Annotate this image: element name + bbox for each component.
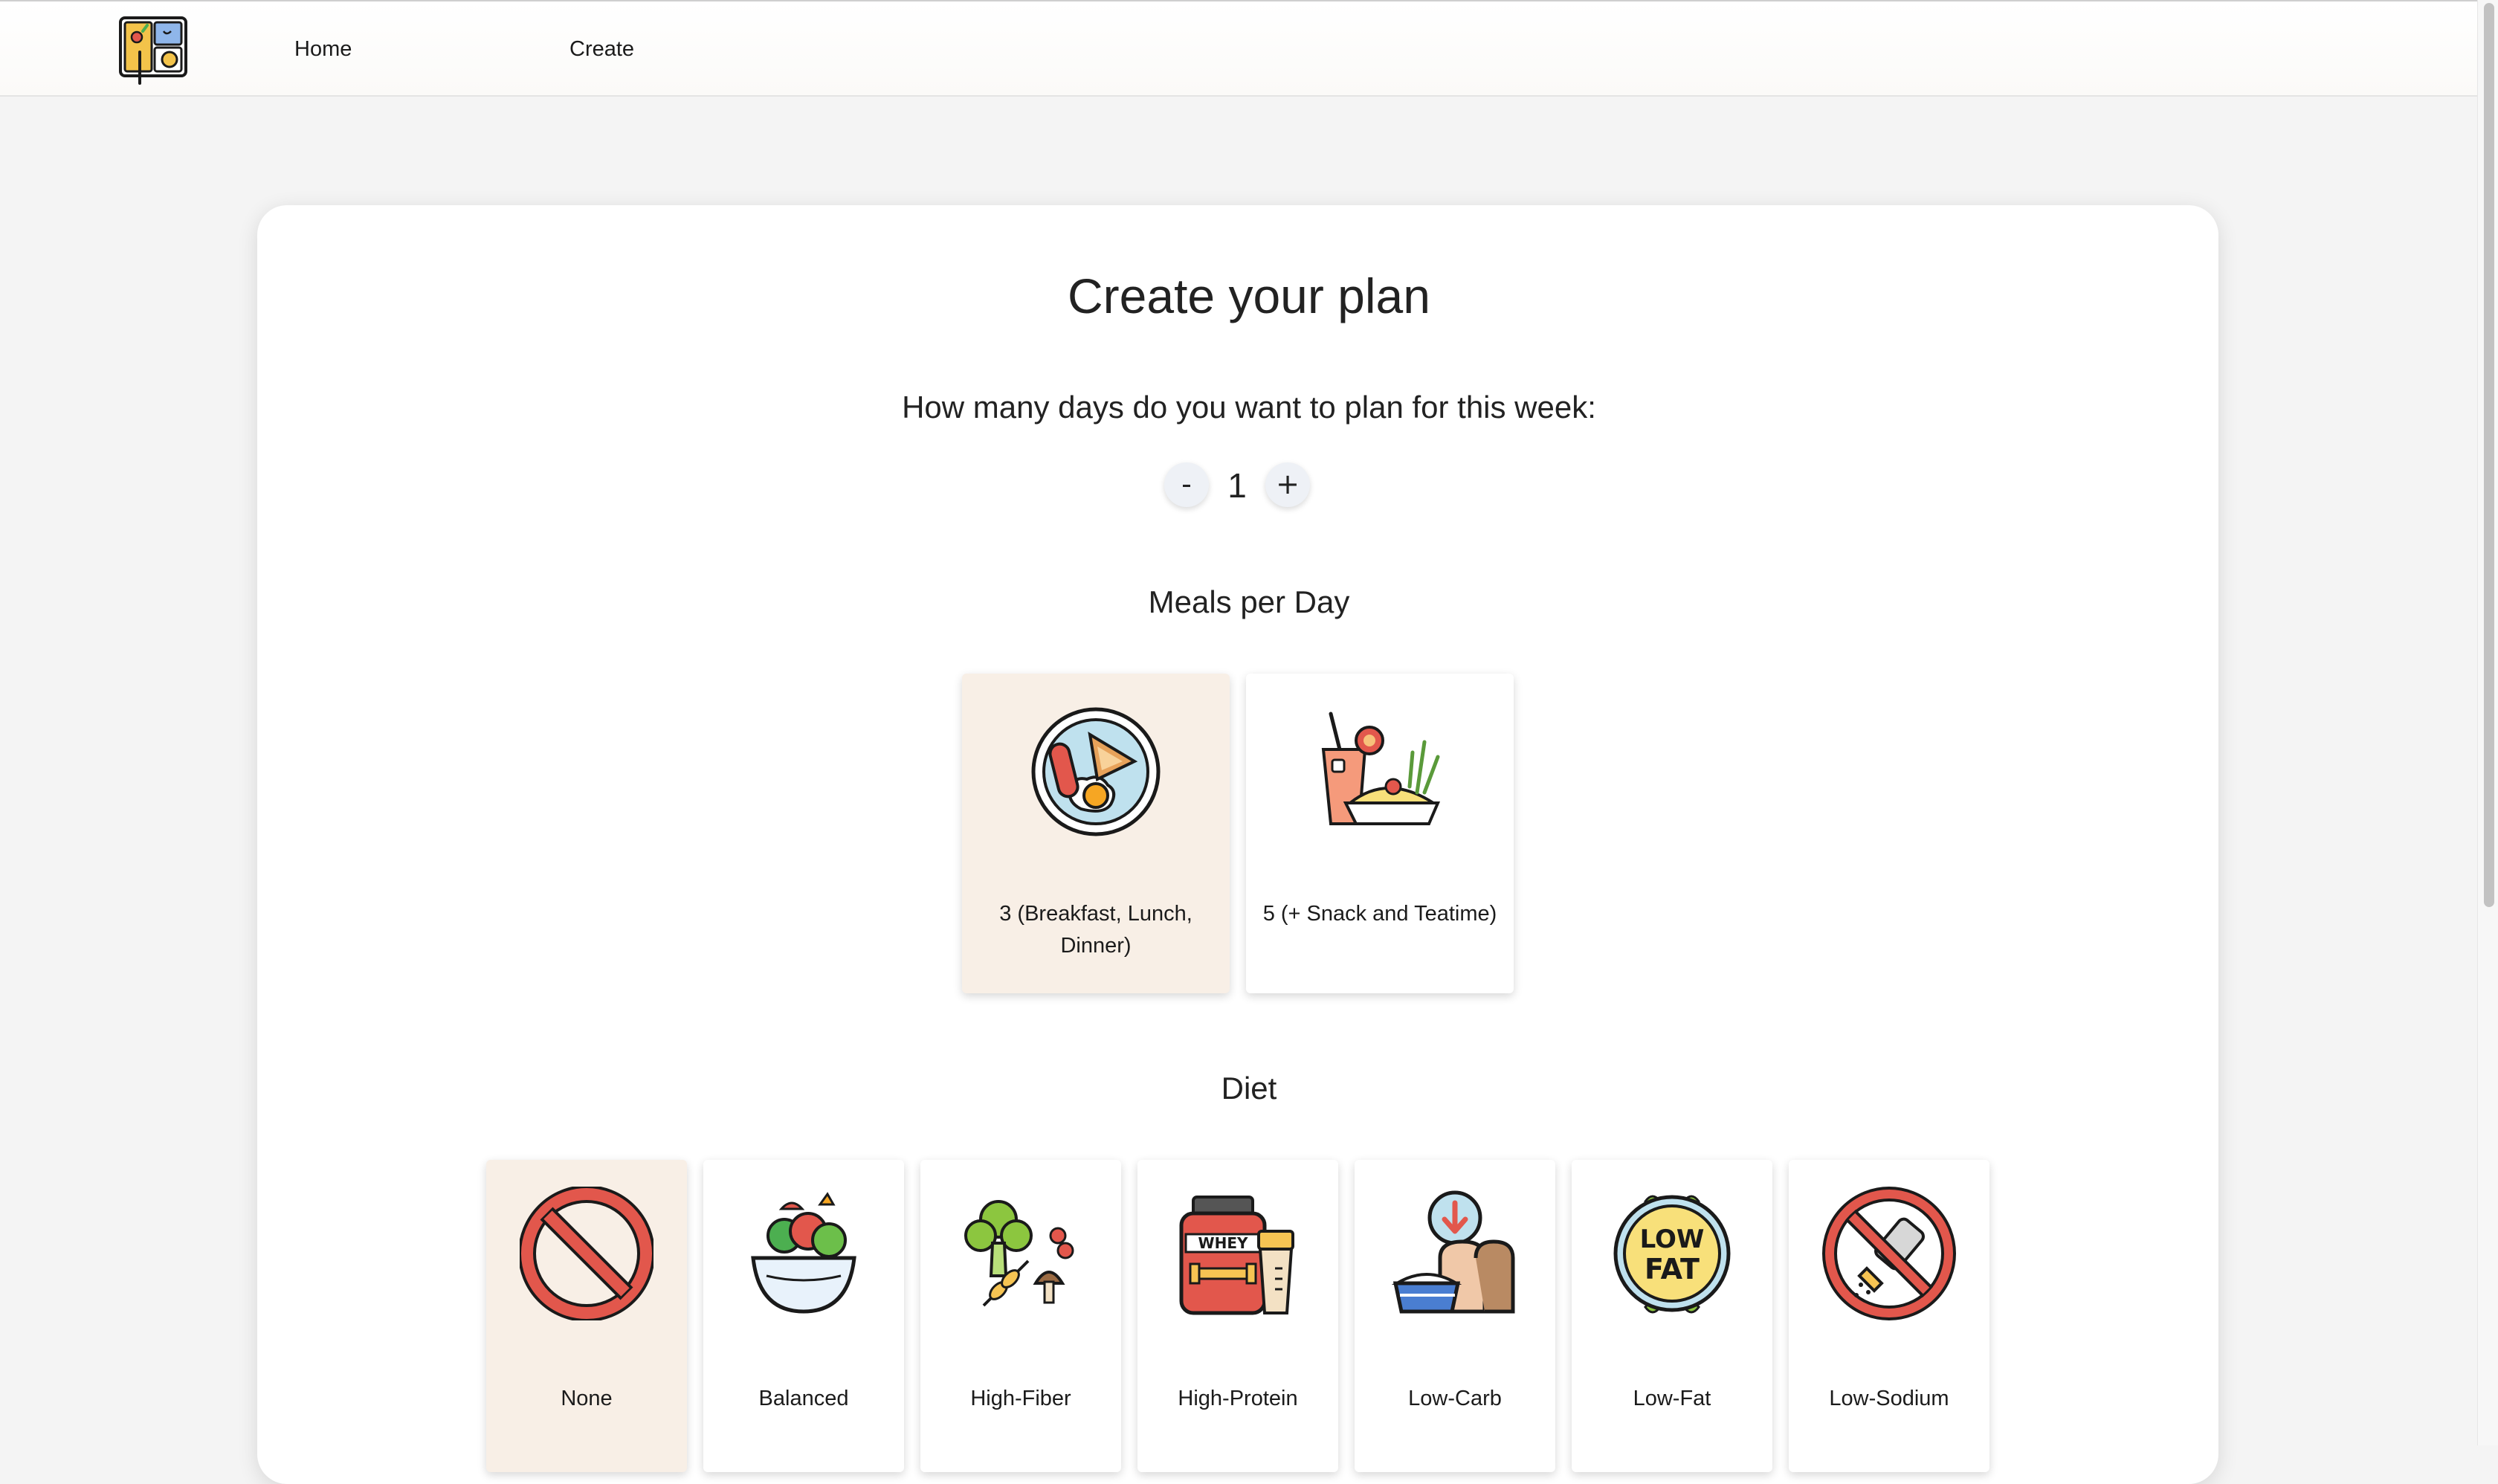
prohibited-icon — [520, 1187, 653, 1320]
nav-home-link[interactable]: Home — [294, 34, 352, 64]
page-scrollbar[interactable] — [2477, 0, 2498, 1445]
diet-option-label: Low-Carb — [1408, 1387, 1502, 1410]
diet-option-low-sodium[interactable]: Low-Sodium — [1789, 1160, 1989, 1472]
diet-option-low-carb[interactable]: Low-Carb — [1355, 1160, 1555, 1472]
days-question-label: How many days do you want to plan for th… — [902, 390, 1596, 425]
meals-per-day-heading: Meals per Day — [1148, 584, 1350, 619]
diet-option-high-fiber[interactable]: High-Fiber — [920, 1160, 1121, 1472]
meal-option-label: 5 (+ Snack and Teatime) — [1262, 902, 1497, 926]
diet-heading: Diet — [1221, 1071, 1277, 1106]
diet-option-none[interactable]: None — [486, 1160, 687, 1472]
svg-text:LOW: LOW — [1640, 1225, 1705, 1254]
diet-option-high-protein[interactable]: WHEY High-Protein — [1137, 1160, 1338, 1472]
svg-text:WHEY: WHEY — [1198, 1234, 1248, 1252]
meal-option-3-meals[interactable]: 3 (Breakfast, Lunch, Dinner) — [962, 674, 1230, 993]
scrollbar-thumb[interactable] — [2484, 3, 2494, 907]
meal-option-label: 3 (Breakfast, Lunch, Dinner) — [999, 902, 1192, 958]
diet-option-balanced[interactable]: Balanced — [703, 1160, 904, 1472]
meal-option-5-meals[interactable]: 5 (+ Snack and Teatime) — [1246, 674, 1514, 993]
top-navbar: Home Create — [0, 0, 2477, 97]
svg-text:FAT: FAT — [1645, 1253, 1700, 1285]
diet-option-label: Balanced — [758, 1387, 849, 1410]
diet-option-low-fat[interactable]: LOW FAT Low-Fat — [1572, 1160, 1772, 1472]
diet-option-label: High-Fiber — [970, 1387, 1071, 1410]
page-title: Create your plan — [1068, 268, 1430, 323]
drink-and-meal-icon — [1321, 712, 1441, 825]
days-count-value: 1 — [1227, 466, 1247, 505]
diet-option-label: Low-Sodium — [1829, 1387, 1949, 1410]
low-fat-badge-icon: LOW FAT — [1613, 1195, 1731, 1314]
increment-days-button[interactable]: + — [1265, 462, 1310, 507]
broccoli-wheat-icon — [964, 1200, 1074, 1307]
diet-option-label: Low-Fat — [1633, 1387, 1711, 1410]
salad-bowl-icon — [751, 1192, 856, 1314]
nav-create-link[interactable]: Create — [569, 34, 634, 64]
days-stepper: - 1 + — [1164, 461, 1313, 510]
no-salt-icon — [1822, 1187, 1956, 1320]
decrement-days-button[interactable]: - — [1164, 462, 1209, 507]
diet-option-label: High-Protein — [1178, 1387, 1298, 1410]
meal-planner-logo-icon[interactable] — [117, 15, 189, 86]
bread-rice-down-icon — [1391, 1190, 1515, 1314]
diet-option-label: None — [561, 1387, 613, 1410]
breakfast-plate-icon — [1031, 707, 1161, 836]
whey-protein-icon: WHEY — [1179, 1196, 1294, 1315]
